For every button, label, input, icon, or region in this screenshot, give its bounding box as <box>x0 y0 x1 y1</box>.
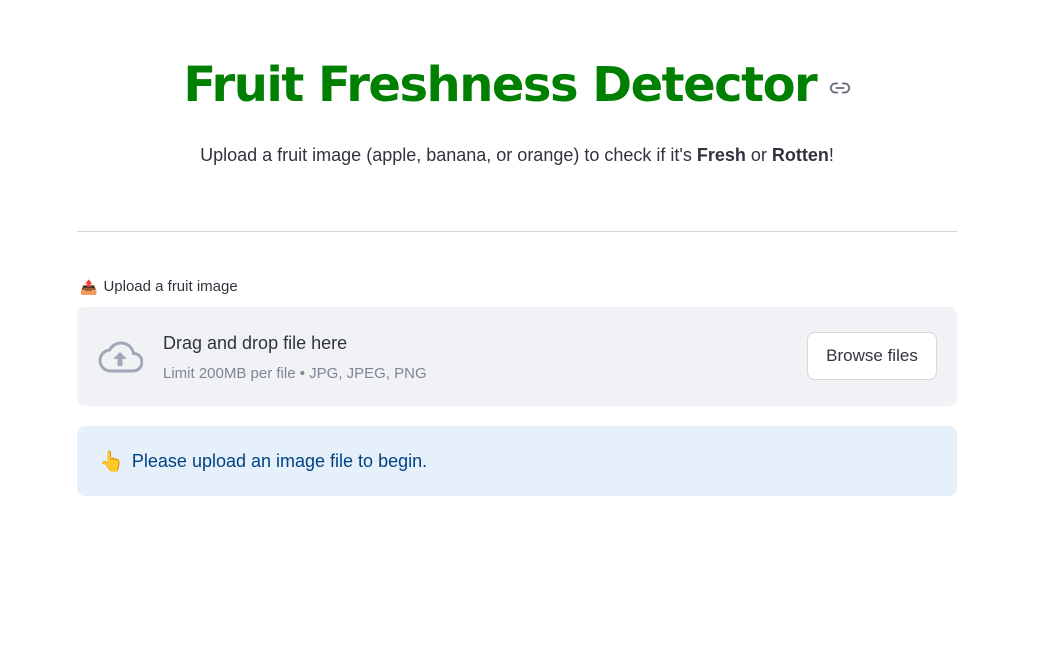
subtitle-suffix: ! <box>828 145 834 165</box>
browse-files-button[interactable]: Browse files <box>807 332 937 380</box>
info-message: Please upload an image file to begin. <box>131 450 428 471</box>
info-alert: 👆 Please upload an image file to begin. <box>77 426 957 496</box>
app-page: Fruit Freshness Detector Upload a fruit … <box>0 0 1048 654</box>
page-subtitle: Upload a fruit image (apple, banana, or … <box>0 141 1034 169</box>
subtitle-rotten: Rotten <box>771 145 829 165</box>
dropzone-instructions: Drag and drop file here <box>163 333 348 353</box>
subtitle-or: or <box>745 145 772 165</box>
file-dropzone[interactable]: Drag and drop file here Limit 200MB per … <box>77 307 957 406</box>
divider <box>77 231 957 232</box>
outbox-tray-icon: 📤 <box>80 279 98 295</box>
page-title: Fruit Freshness Detector <box>183 57 817 113</box>
cloud-upload-icon <box>97 339 144 375</box>
dropzone-limit-text: Limit 200MB per file • JPG, JPEG, PNG <box>163 365 427 382</box>
upload-label: 📤 Upload a fruit image <box>80 276 238 298</box>
title-row: Fruit Freshness Detector <box>0 52 1034 118</box>
upload-label-text: Upload a fruit image <box>103 278 238 295</box>
link-icon[interactable] <box>829 77 851 99</box>
subtitle-fresh: Fresh <box>696 145 746 165</box>
subtitle-prefix: Upload a fruit image (apple, banana, or … <box>200 145 697 165</box>
pointing-up-icon: 👆 <box>99 450 124 473</box>
